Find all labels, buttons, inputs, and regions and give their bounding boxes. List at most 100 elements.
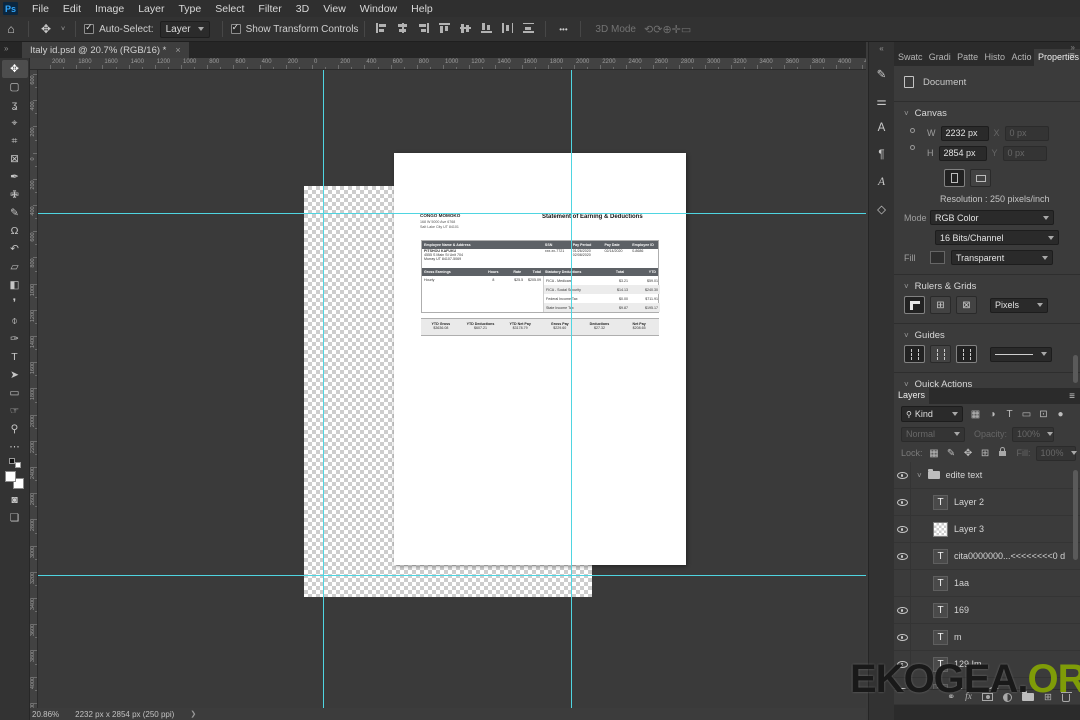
layer-row[interactable]: Tcita0000000...<<<<<<<<0 d [894,543,1080,570]
filter-type-layers-icon[interactable]: T [1001,409,1018,420]
foreground-color-swatch[interactable] [5,471,16,482]
tab-patterns[interactable]: Patte [953,49,980,66]
text-layer-thumbnail[interactable]: T [933,548,948,564]
color-swatches[interactable] [5,471,24,489]
chevron-down-icon[interactable]: ˅ [904,282,909,291]
default-colors-icon[interactable] [8,458,21,468]
zoom-tool[interactable]: ⚲ [2,420,28,438]
edit-toolbar-icon[interactable]: ⋯ [2,438,28,456]
guide-horizontal-2[interactable] [38,575,866,576]
status-arrow-icon[interactable]: ❯ [190,710,196,718]
text-layer-thumbnail[interactable]: T [933,494,948,510]
orbit-3d-icon[interactable]: ⟲ [644,24,653,36]
close-icon[interactable]: × [175,45,180,55]
type-tool[interactable]: T [2,348,28,366]
layer-thumbnail[interactable] [933,521,948,537]
path-select-tool[interactable]: ➤ [2,366,28,384]
menu-layer[interactable]: Layer [131,3,171,15]
lock-guides-button[interactable] [930,345,951,363]
marquee-tool[interactable]: ▢ [2,78,28,96]
pen-tool[interactable]: ✑ [2,330,28,348]
expand-panels-icon[interactable]: « [879,44,883,53]
link-dimensions-icon[interactable] [910,123,916,163]
lasso-tool[interactable]: ʓ [2,96,28,114]
guides-toggle-button[interactable] [904,345,925,363]
layer-filter-dropdown[interactable]: ⚲ Kind [901,406,963,422]
screen-mode-button[interactable]: ❏ [2,509,28,527]
visibility-toggle[interactable] [894,543,911,569]
layer-row[interactable]: Tm [894,624,1080,651]
eyedropper-tool[interactable]: ✒ [2,168,28,186]
clone-source-panel-icon[interactable]: ⚌ [876,87,886,114]
units-dropdown[interactable]: Pixels [990,297,1048,313]
menu-view[interactable]: View [316,3,353,15]
history-brush-tool[interactable]: ↶ [2,240,28,258]
tab-swatches[interactable]: Swatc [894,49,925,66]
tab-history[interactable]: Histo [981,49,1008,66]
blur-tool[interactable]: ❜ [2,294,28,312]
chevron-down-icon[interactable]: ˅ [904,109,909,118]
menu-window[interactable]: Window [353,3,404,15]
drag-3d-icon[interactable]: ⊕ [662,24,671,36]
distribute-horizontal-icon[interactable] [502,22,514,33]
gradient-tool[interactable]: ◧ [2,276,28,294]
align-middle-icon[interactable] [460,23,472,33]
layer-name[interactable]: edite text [946,470,983,480]
menu-select[interactable]: Select [208,3,251,15]
tab-layers[interactable]: Layers [894,387,930,404]
lock-paint-icon[interactable]: ✎ [943,448,960,459]
camera-3d-icon[interactable]: ▭ [681,24,691,36]
move-tool-icon[interactable]: ✥ [35,22,57,36]
height-field[interactable]: 2854 px [938,145,987,161]
dodge-tool[interactable]: ⌽ [2,312,28,330]
layer-name[interactable]: 1aa [954,578,969,588]
canvas-area[interactable]: CONGO MOMOKO 168 W 5000 Ave 6768 Salt La… [38,70,866,708]
align-right-icon[interactable] [418,22,430,33]
guide-style-dropdown[interactable] [990,346,1052,362]
filter-smart-objects-icon[interactable]: ⊡ [1035,409,1052,420]
orientation-portrait-button[interactable] [944,169,965,187]
document-page[interactable]: CONGO MOMOKO 168 W 5000 Ave 6768 Salt La… [394,153,686,565]
move-tool[interactable]: ✥ [1,60,28,78]
layer-name[interactable]: Layer 2 [954,497,984,507]
text-layer-thumbnail[interactable]: T [933,575,948,591]
visibility-toggle[interactable] [894,597,911,623]
layer-name[interactable]: m [954,632,962,642]
visibility-toggle[interactable] [894,570,911,596]
character-panel-icon[interactable]: A [878,114,886,141]
glyphs-panel-icon[interactable]: A [878,168,885,195]
crop-tool[interactable]: ⌗ [2,132,28,150]
text-layer-thumbnail[interactable]: T [933,602,948,618]
layer-row[interactable]: T 169 [894,597,1080,624]
menu-edit[interactable]: Edit [56,3,88,15]
auto-select-target-dropdown[interactable]: Layer [159,20,210,38]
distribute-vertical-icon[interactable] [523,22,535,33]
grid-toggle-button[interactable]: ⊞ [930,296,951,314]
tab-actions[interactable]: Actio [1008,49,1035,66]
fill-dropdown[interactable]: Transparent [951,250,1053,265]
filter-pixel-layers-icon[interactable]: ▦ [967,409,984,420]
menu-file[interactable]: File [25,3,56,15]
guide-vertical-1[interactable] [323,70,324,708]
vertical-ruler[interactable]: 600 400 200 0 200 400 600 800 1000 1200 1400 1600 18… [30,70,38,708]
bit-depth-dropdown[interactable]: 16 Bits/Channel [935,230,1059,245]
snap-toggle-button[interactable]: ⊠ [956,296,977,314]
show-transform-checkbox[interactable] [230,22,241,34]
lock-move-icon[interactable]: ✥ [960,448,977,459]
document-tab[interactable]: Italy id.psd @ 20.7% (RGB/16) * × [22,42,189,58]
menu-3d[interactable]: 3D [289,3,316,15]
align-left-icon[interactable] [376,22,387,33]
fill-swatch[interactable] [930,251,945,264]
mode-dropdown[interactable]: RGB Color [930,210,1054,225]
layer-name[interactable]: Layer 3 [954,524,984,534]
brush-settings-panel-icon[interactable]: ✎ [877,60,887,87]
brush-tool[interactable]: ✎ [2,204,28,222]
horizontal-ruler[interactable]: 2000 1800 1600 1400 1200 1000 800 600 400 200 0 200… [30,58,866,70]
filter-adjustment-layers-icon[interactable]: ◑ [984,409,1001,420]
libraries-panel-icon[interactable]: ◇ [877,195,886,222]
menu-filter[interactable]: Filter [251,3,288,15]
menu-type[interactable]: Type [171,3,208,15]
slide-3d-icon[interactable]: ✛ [672,24,681,36]
layer-row[interactable]: ˅ edite text [894,462,1080,489]
quick-mask-button[interactable]: ◙ [2,491,28,509]
